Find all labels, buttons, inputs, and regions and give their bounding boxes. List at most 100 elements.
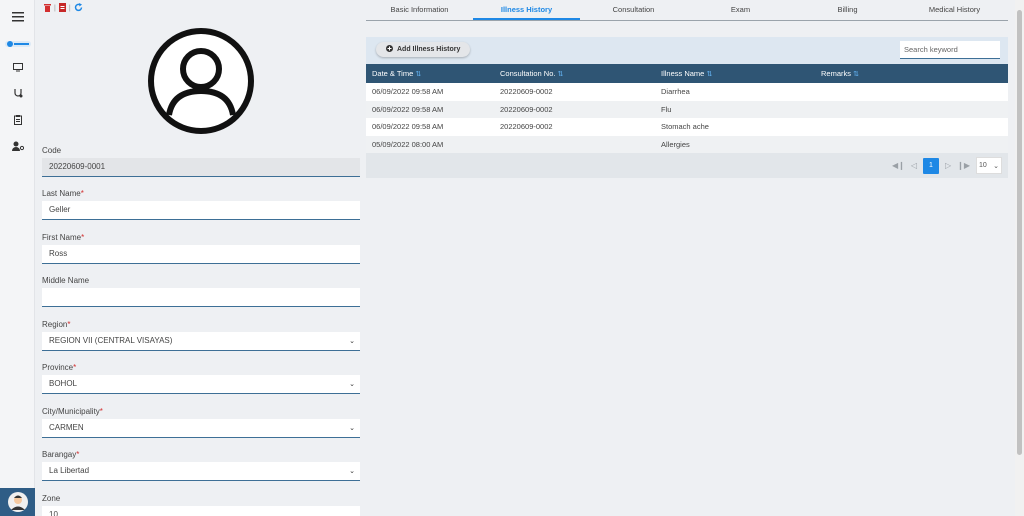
- cell-illness-name: Stomach ache: [661, 122, 709, 132]
- page-number-button[interactable]: 1: [922, 157, 939, 174]
- tab-exam[interactable]: Exam: [687, 0, 794, 20]
- cell-consultation-no: 20220609-0002: [500, 87, 553, 97]
- tab-consultation[interactable]: Consultation: [580, 0, 687, 20]
- cell-date-time: 05/09/2022 08:00 AM: [372, 139, 444, 149]
- plus-circle-icon: [386, 45, 393, 54]
- chevron-down-icon: ⌄: [349, 425, 355, 432]
- region-select[interactable]: REGION VII (CENTRAL VISAYAS) ⌄: [42, 332, 360, 351]
- chevron-down-icon: ⌄: [349, 338, 355, 345]
- patient-form-panel: | | Code 20220609-0001 Last Name* Geller…: [36, 0, 364, 516]
- first-name-field: First Name* Ross: [42, 233, 360, 264]
- clipboard-icon[interactable]: [0, 110, 35, 130]
- cell-date-time: 06/09/2022 09:58 AM: [372, 122, 444, 132]
- tab-medical-history[interactable]: Medical History: [901, 0, 1008, 20]
- brand-logo-icon[interactable]: [0, 34, 35, 54]
- cell-consultation-no: [494, 136, 655, 154]
- code-label: Code: [42, 146, 62, 155]
- chevron-down-icon: ⌄: [993, 162, 999, 170]
- city-value: CARMEN: [49, 423, 84, 432]
- province-select[interactable]: BOHOL ⌄: [42, 375, 360, 394]
- zone-input[interactable]: 10: [42, 506, 360, 516]
- province-value: BOHOL: [49, 379, 78, 388]
- table-row[interactable]: 05/09/2022 08:00 AM Allergies: [366, 135, 1008, 154]
- illness-history-toolbar: Add Illness History Search keyword: [366, 37, 1008, 64]
- page-size-value: 10: [979, 162, 987, 169]
- cell-consultation-no: 20220609-0002: [500, 104, 553, 114]
- column-header-date-time[interactable]: Date & Time ⇅: [366, 64, 494, 83]
- sort-icon: ⇅: [415, 71, 422, 78]
- middle-name-label: Middle Name: [42, 276, 90, 285]
- add-illness-history-label: Add Illness History: [397, 46, 461, 53]
- table-row[interactable]: 06/09/2022 09:58 AM 20220609-0002 Stomac…: [366, 118, 1008, 136]
- patient-detail-panel: Basic Information Illness History Consul…: [366, 0, 1008, 516]
- next-page-icon[interactable]: ▷: [945, 161, 951, 170]
- tab-billing[interactable]: Billing: [794, 0, 901, 20]
- code-field: Code 20220609-0001: [42, 146, 360, 177]
- delete-icon[interactable]: [44, 3, 51, 14]
- toolbar-separator: |: [54, 5, 56, 12]
- left-nav-rail: [0, 0, 35, 516]
- code-input[interactable]: 20220609-0001: [42, 158, 360, 177]
- stethoscope-icon[interactable]: [0, 83, 35, 103]
- last-page-icon[interactable]: ❙▶: [957, 161, 970, 170]
- page-size-select[interactable]: 10 ⌄: [976, 157, 1002, 174]
- illness-history-table: Date & Time ⇅ Consultation No. ⇅ Illness…: [366, 64, 1008, 153]
- add-illness-history-button[interactable]: Add Illness History: [376, 42, 471, 57]
- scrollbar-thumb[interactable]: [1017, 10, 1022, 455]
- last-name-field: Last Name* Geller: [42, 189, 360, 220]
- table-paginator: ◀❙ ◁ 1 ▷ ❙▶ 10 ⌄: [892, 157, 1002, 174]
- middle-name-field: Middle Name: [42, 276, 360, 307]
- city-select[interactable]: CARMEN ⌄: [42, 419, 360, 438]
- cell-illness-name: Allergies: [661, 139, 690, 149]
- profile-photo-placeholder-icon[interactable]: [147, 27, 255, 135]
- region-field: Region* REGION VII (CENTRAL VISAYAS) ⌄: [42, 320, 360, 351]
- page-scrollbar[interactable]: [1015, 0, 1024, 516]
- sort-icon: ⇅: [557, 71, 564, 78]
- city-field: City/Municipality* CARMEN ⌄: [42, 407, 360, 438]
- region-value: REGION VII (CENTRAL VISAYAS): [49, 336, 173, 345]
- toolbar-separator: |: [68, 5, 71, 12]
- chevron-down-icon: ⌄: [349, 468, 355, 475]
- sort-icon: ⇅: [853, 71, 859, 78]
- barangay-label: Barangay*: [42, 450, 80, 459]
- user-avatar[interactable]: [0, 488, 35, 516]
- cell-remarks: [815, 101, 1008, 119]
- barangay-field: Barangay* La Libertad ⌄: [42, 450, 360, 481]
- city-label: City/Municipality*: [42, 407, 103, 416]
- tab-illness-history[interactable]: Illness History: [473, 0, 580, 20]
- table-row[interactable]: 06/09/2022 09:58 AM 20220609-0002 Diarrh…: [366, 83, 1008, 101]
- middle-name-input[interactable]: [42, 288, 360, 307]
- search-input[interactable]: Search keyword: [900, 41, 1000, 59]
- cell-illness-name: Flu: [661, 104, 672, 114]
- tab-basic-information[interactable]: Basic Information: [366, 0, 473, 20]
- region-label: Region*: [42, 320, 71, 329]
- barangay-value: La Libertad: [49, 466, 90, 475]
- barangay-select[interactable]: La Libertad ⌄: [42, 462, 360, 481]
- column-header-illness-name[interactable]: Illness Name ⇅: [655, 64, 815, 83]
- cell-remarks: [815, 118, 1008, 136]
- first-name-label: First Name*: [42, 233, 85, 242]
- table-row[interactable]: 06/09/2022 09:58 AM 20220609-0002 Flu: [366, 100, 1008, 119]
- column-header-consultation-no[interactable]: Consultation No. ⇅: [494, 64, 655, 83]
- last-name-input[interactable]: Geller: [42, 201, 360, 220]
- province-label: Province*: [42, 363, 77, 372]
- previous-page-icon[interactable]: ◁: [911, 161, 917, 170]
- monitor-icon[interactable]: [0, 57, 35, 77]
- first-name-input[interactable]: Ross: [42, 245, 360, 264]
- cell-remarks: [815, 83, 1008, 101]
- zone-label: Zone: [42, 494, 61, 503]
- table-header-row: Date & Time ⇅ Consultation No. ⇅ Illness…: [366, 64, 1008, 83]
- hamburger-menu-icon[interactable]: [0, 7, 35, 27]
- user-settings-icon[interactable]: [0, 136, 35, 156]
- cell-remarks: [815, 136, 1008, 154]
- column-header-remarks[interactable]: Remarks ⇅: [815, 64, 1008, 83]
- pdf-icon[interactable]: [58, 3, 66, 14]
- refresh-icon[interactable]: [74, 3, 83, 14]
- last-name-label: Last Name*: [42, 189, 84, 198]
- chevron-down-icon: ⌄: [349, 381, 355, 388]
- first-page-icon[interactable]: ◀❙: [892, 161, 905, 170]
- cell-date-time: 06/09/2022 09:58 AM: [372, 104, 444, 114]
- detail-tabs: Basic Information Illness History Consul…: [366, 0, 1008, 21]
- zone-field: Zone 10: [42, 494, 360, 516]
- cell-date-time: 06/09/2022 09:58 AM: [372, 87, 444, 97]
